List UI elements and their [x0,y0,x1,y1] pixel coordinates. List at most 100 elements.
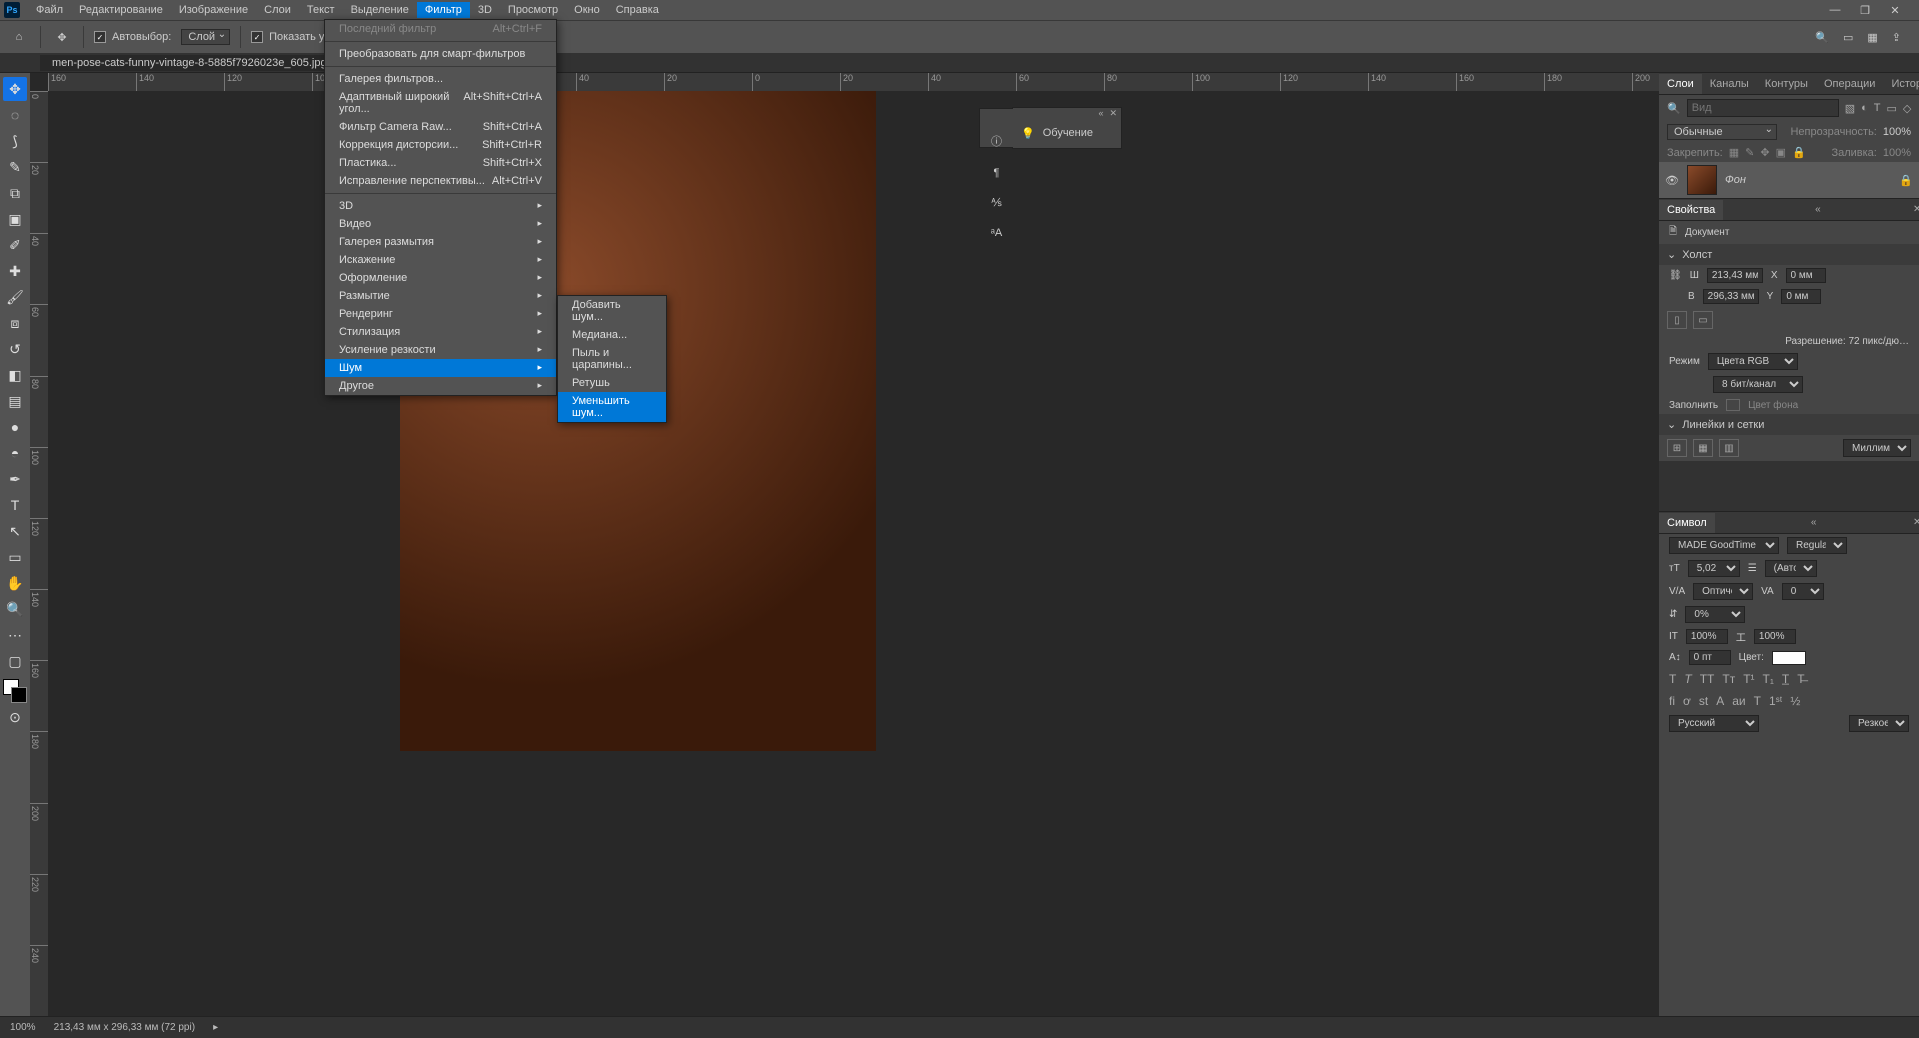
panel-close-icon[interactable]: ✕ [1109,108,1117,118]
orientation-portrait-icon[interactable]: ▯ [1667,311,1687,329]
panel-collapse-icon[interactable]: « [1805,517,1817,528]
italic-icon[interactable]: T [1684,672,1691,686]
stamp-tool[interactable]: ⧈ [3,311,27,335]
edit-toolbar[interactable]: ⋯ [3,623,27,647]
menu-item[interactable]: Фильтр Camera Raw...Shift+Ctrl+A [325,118,556,136]
opacity-value[interactable]: 100% [1883,126,1911,138]
zoom-value[interactable]: 100% [10,1022,36,1033]
panel-tab-0[interactable]: Слои [1659,74,1702,94]
filter-shape-icon[interactable]: ▭ [1887,102,1897,115]
text-color-swatch[interactable] [1772,651,1806,665]
paragraph-icon[interactable]: ¶ [994,167,1000,179]
panel-tab-2[interactable]: Контуры [1757,74,1816,94]
window-restore[interactable]: ❐ [1855,0,1875,20]
lock-all-icon[interactable]: 🔒 [1792,146,1806,159]
panel-collapse-icon[interactable]: « [1809,204,1821,215]
learn-panel[interactable]: ⓘ ¶ ⅍ ᵃA «✕ 💡Обучение [1012,107,1122,149]
auto-select-checkbox[interactable]: ✓ [94,31,106,43]
leading-select[interactable]: (Авто) [1765,560,1817,577]
frame-tool[interactable]: ▣ [3,207,27,231]
menu-item[interactable]: 3D [325,197,556,215]
crop-tool[interactable]: ⧉ [3,181,27,205]
opentype-st-icon[interactable]: st [1699,694,1708,708]
antialias-select[interactable]: Резкое [1849,715,1909,732]
tracking-select[interactable]: 0 [1782,583,1824,600]
search-icon[interactable]: 🔍 [1815,31,1829,44]
info-panel-icon[interactable]: ⓘ [991,133,1002,149]
menu-текст[interactable]: Текст [299,2,343,18]
bold-icon[interactable]: T [1669,672,1676,686]
menu-выделение[interactable]: Выделение [343,2,417,18]
opentype-half-icon[interactable]: ½ [1790,694,1800,708]
menu-просмотр[interactable]: Просмотр [500,2,566,18]
zoom-tool[interactable]: 🔍 [3,597,27,621]
filter-smart-icon[interactable]: ◇ [1903,102,1911,115]
lock-pixels-icon[interactable]: ▦ [1729,146,1739,159]
menu-item[interactable]: Адаптивный широкий угол...Alt+Shift+Ctrl… [325,88,556,118]
menu-item[interactable]: Шум [325,359,556,377]
gradient-tool[interactable]: ▤ [3,389,27,413]
panel-close-icon[interactable]: ✕ [1907,517,1919,528]
strikethrough-icon[interactable]: T̶ [1797,672,1804,686]
canvas-area[interactable]: 1601401201008060402002040608010012014016… [30,73,1659,1016]
width-input[interactable] [1707,268,1763,283]
submenu-item[interactable]: Медиана... [558,326,666,344]
menu-item[interactable]: Усиление резкости [325,341,556,359]
link-dims-icon[interactable]: ⛓ [1669,270,1682,281]
type-tool[interactable]: T [3,493,27,517]
font-style-select[interactable]: Regular [1787,537,1847,554]
fill-swatch[interactable] [1726,399,1740,411]
bit-depth-select[interactable]: 8 бит/канал [1713,376,1803,393]
glyph-icon[interactable]: ⅍ [991,197,1001,209]
panel-tab-4[interactable]: История [1883,74,1919,94]
ruler-units-select[interactable]: Миллиме… [1843,439,1911,457]
menu-item[interactable]: Пластика...Shift+Ctrl+X [325,154,556,172]
submenu-item[interactable]: Уменьшить шум... [558,392,666,422]
visibility-icon[interactable]: 👁 [1665,174,1679,187]
workspace-icon[interactable]: ▭ [1843,31,1853,44]
healing-tool[interactable]: ✚ [3,259,27,283]
pen-tool[interactable]: ✒ [3,467,27,491]
menu-item[interactable]: Преобразовать для смарт-фильтров [325,45,556,63]
quick-select-tool[interactable]: ✎ [3,155,27,179]
menu-фильтр[interactable]: Фильтр [417,2,470,18]
color-swatches[interactable] [3,679,27,703]
menu-item[interactable]: Рендеринг [325,305,556,323]
baseline-input[interactable] [1689,650,1731,665]
guides-icon[interactable]: ▥ [1719,439,1739,457]
submenu-item[interactable]: Добавить шум... [558,296,666,326]
underline-icon[interactable]: T̲ [1782,672,1789,686]
color-mode-select[interactable]: Цвета RGB [1708,353,1798,370]
chevron-down-icon[interactable]: ⌄ [1667,248,1676,261]
panel-tab-1[interactable]: Каналы [1702,74,1757,94]
panel-close-icon[interactable]: ✕ [1907,204,1919,215]
layer-filter-input[interactable] [1687,99,1839,117]
font-size-select[interactable]: 5,02 пт [1688,560,1740,577]
opentype-o-icon[interactable]: ơ [1683,694,1691,708]
window-minimize[interactable]: — [1825,0,1845,20]
smallcaps-icon[interactable]: Tт [1722,672,1735,686]
lock-move-icon[interactable]: ✥ [1760,146,1769,159]
panel-tab-3[interactable]: Операции [1816,74,1883,94]
lasso-tool[interactable]: ⟆ [3,129,27,153]
menu-item[interactable]: Коррекция дисторсии...Shift+Ctrl+R [325,136,556,154]
hscale-input[interactable] [1754,629,1796,644]
rulers-icon[interactable]: ⊞ [1667,439,1687,457]
layer-row-background[interactable]: 👁 Фон 🔒 [1659,162,1919,198]
shape-tool[interactable]: ▭ [3,545,27,569]
kerning-select[interactable]: Оптически… [1693,583,1753,600]
font-family-select[interactable]: MADE GoodTime … [1669,537,1779,554]
filter-type-icon2[interactable]: T [1874,102,1881,115]
menu-слои[interactable]: Слои [256,2,299,18]
hand-tool[interactable]: ✋ [3,571,27,595]
show-controls-checkbox[interactable]: ✓ [251,31,263,43]
menu-item[interactable]: Искажение [325,251,556,269]
blur-tool[interactable]: ● [3,415,27,439]
x-input[interactable] [1786,268,1826,283]
character-tab[interactable]: Символ [1659,513,1715,533]
grid-icon[interactable]: ▦ [1867,31,1877,44]
auto-select-mode[interactable]: Слой [181,29,230,45]
superscript-icon[interactable]: T¹ [1743,672,1754,686]
menu-изображение[interactable]: Изображение [171,2,256,18]
history-brush-tool[interactable]: ↺ [3,337,27,361]
